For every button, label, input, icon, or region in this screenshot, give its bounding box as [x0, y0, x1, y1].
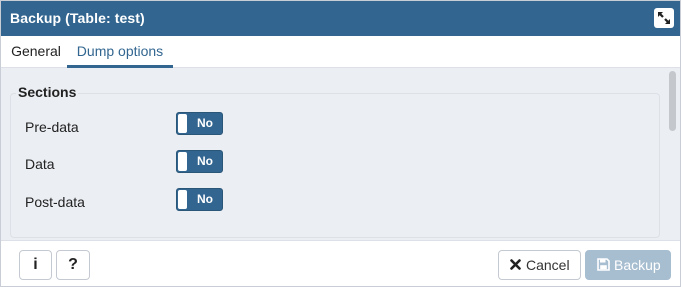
x-icon: [510, 259, 521, 270]
pre-data-label: Pre-data: [25, 119, 79, 135]
toggle-state: No: [197, 192, 213, 206]
cancel-label: Cancel: [526, 257, 570, 273]
backup-label: Backup: [614, 257, 661, 273]
sections-legend: Sections: [16, 84, 79, 100]
backup-button[interactable]: Backup: [585, 250, 671, 280]
toggle-knob: [178, 114, 187, 133]
tab-dump-options[interactable]: Dump options: [67, 36, 173, 68]
maximize-button[interactable]: [654, 8, 674, 28]
dialog-titlebar[interactable]: Backup (Table: test): [1, 1, 680, 36]
scrollbar-thumb[interactable]: [669, 71, 676, 131]
tab-general[interactable]: General: [11, 36, 61, 65]
data-toggle[interactable]: No: [176, 150, 223, 173]
dialog-footer: i ? Cancel Backup: [1, 240, 680, 286]
toggle-state: No: [197, 116, 213, 130]
expand-arrows-icon: [658, 12, 670, 24]
dialog-title: Backup (Table: test): [10, 10, 145, 26]
post-data-toggle[interactable]: No: [176, 188, 223, 211]
toggle-knob: [178, 152, 187, 171]
pre-data-toggle[interactable]: No: [176, 112, 223, 135]
info-button[interactable]: i: [19, 250, 52, 280]
data-label: Data: [25, 156, 55, 172]
toggle-state: No: [197, 154, 213, 168]
help-icon: ?: [68, 256, 78, 273]
toggle-knob: [178, 190, 187, 209]
floppy-disk-icon: [597, 258, 610, 271]
info-icon: i: [33, 256, 38, 273]
tab-bar: General Dump options: [1, 36, 680, 68]
vertical-scrollbar[interactable]: [667, 68, 679, 240]
post-data-label: Post-data: [25, 194, 85, 210]
backup-dialog: Backup (Table: test) General Dump option…: [0, 0, 681, 287]
cancel-button[interactable]: Cancel: [498, 250, 581, 280]
help-button[interactable]: ?: [56, 250, 90, 280]
dump-options-panel: Sections Pre-data No Data No Post-data N…: [1, 68, 680, 240]
sections-fieldset: [10, 93, 660, 238]
